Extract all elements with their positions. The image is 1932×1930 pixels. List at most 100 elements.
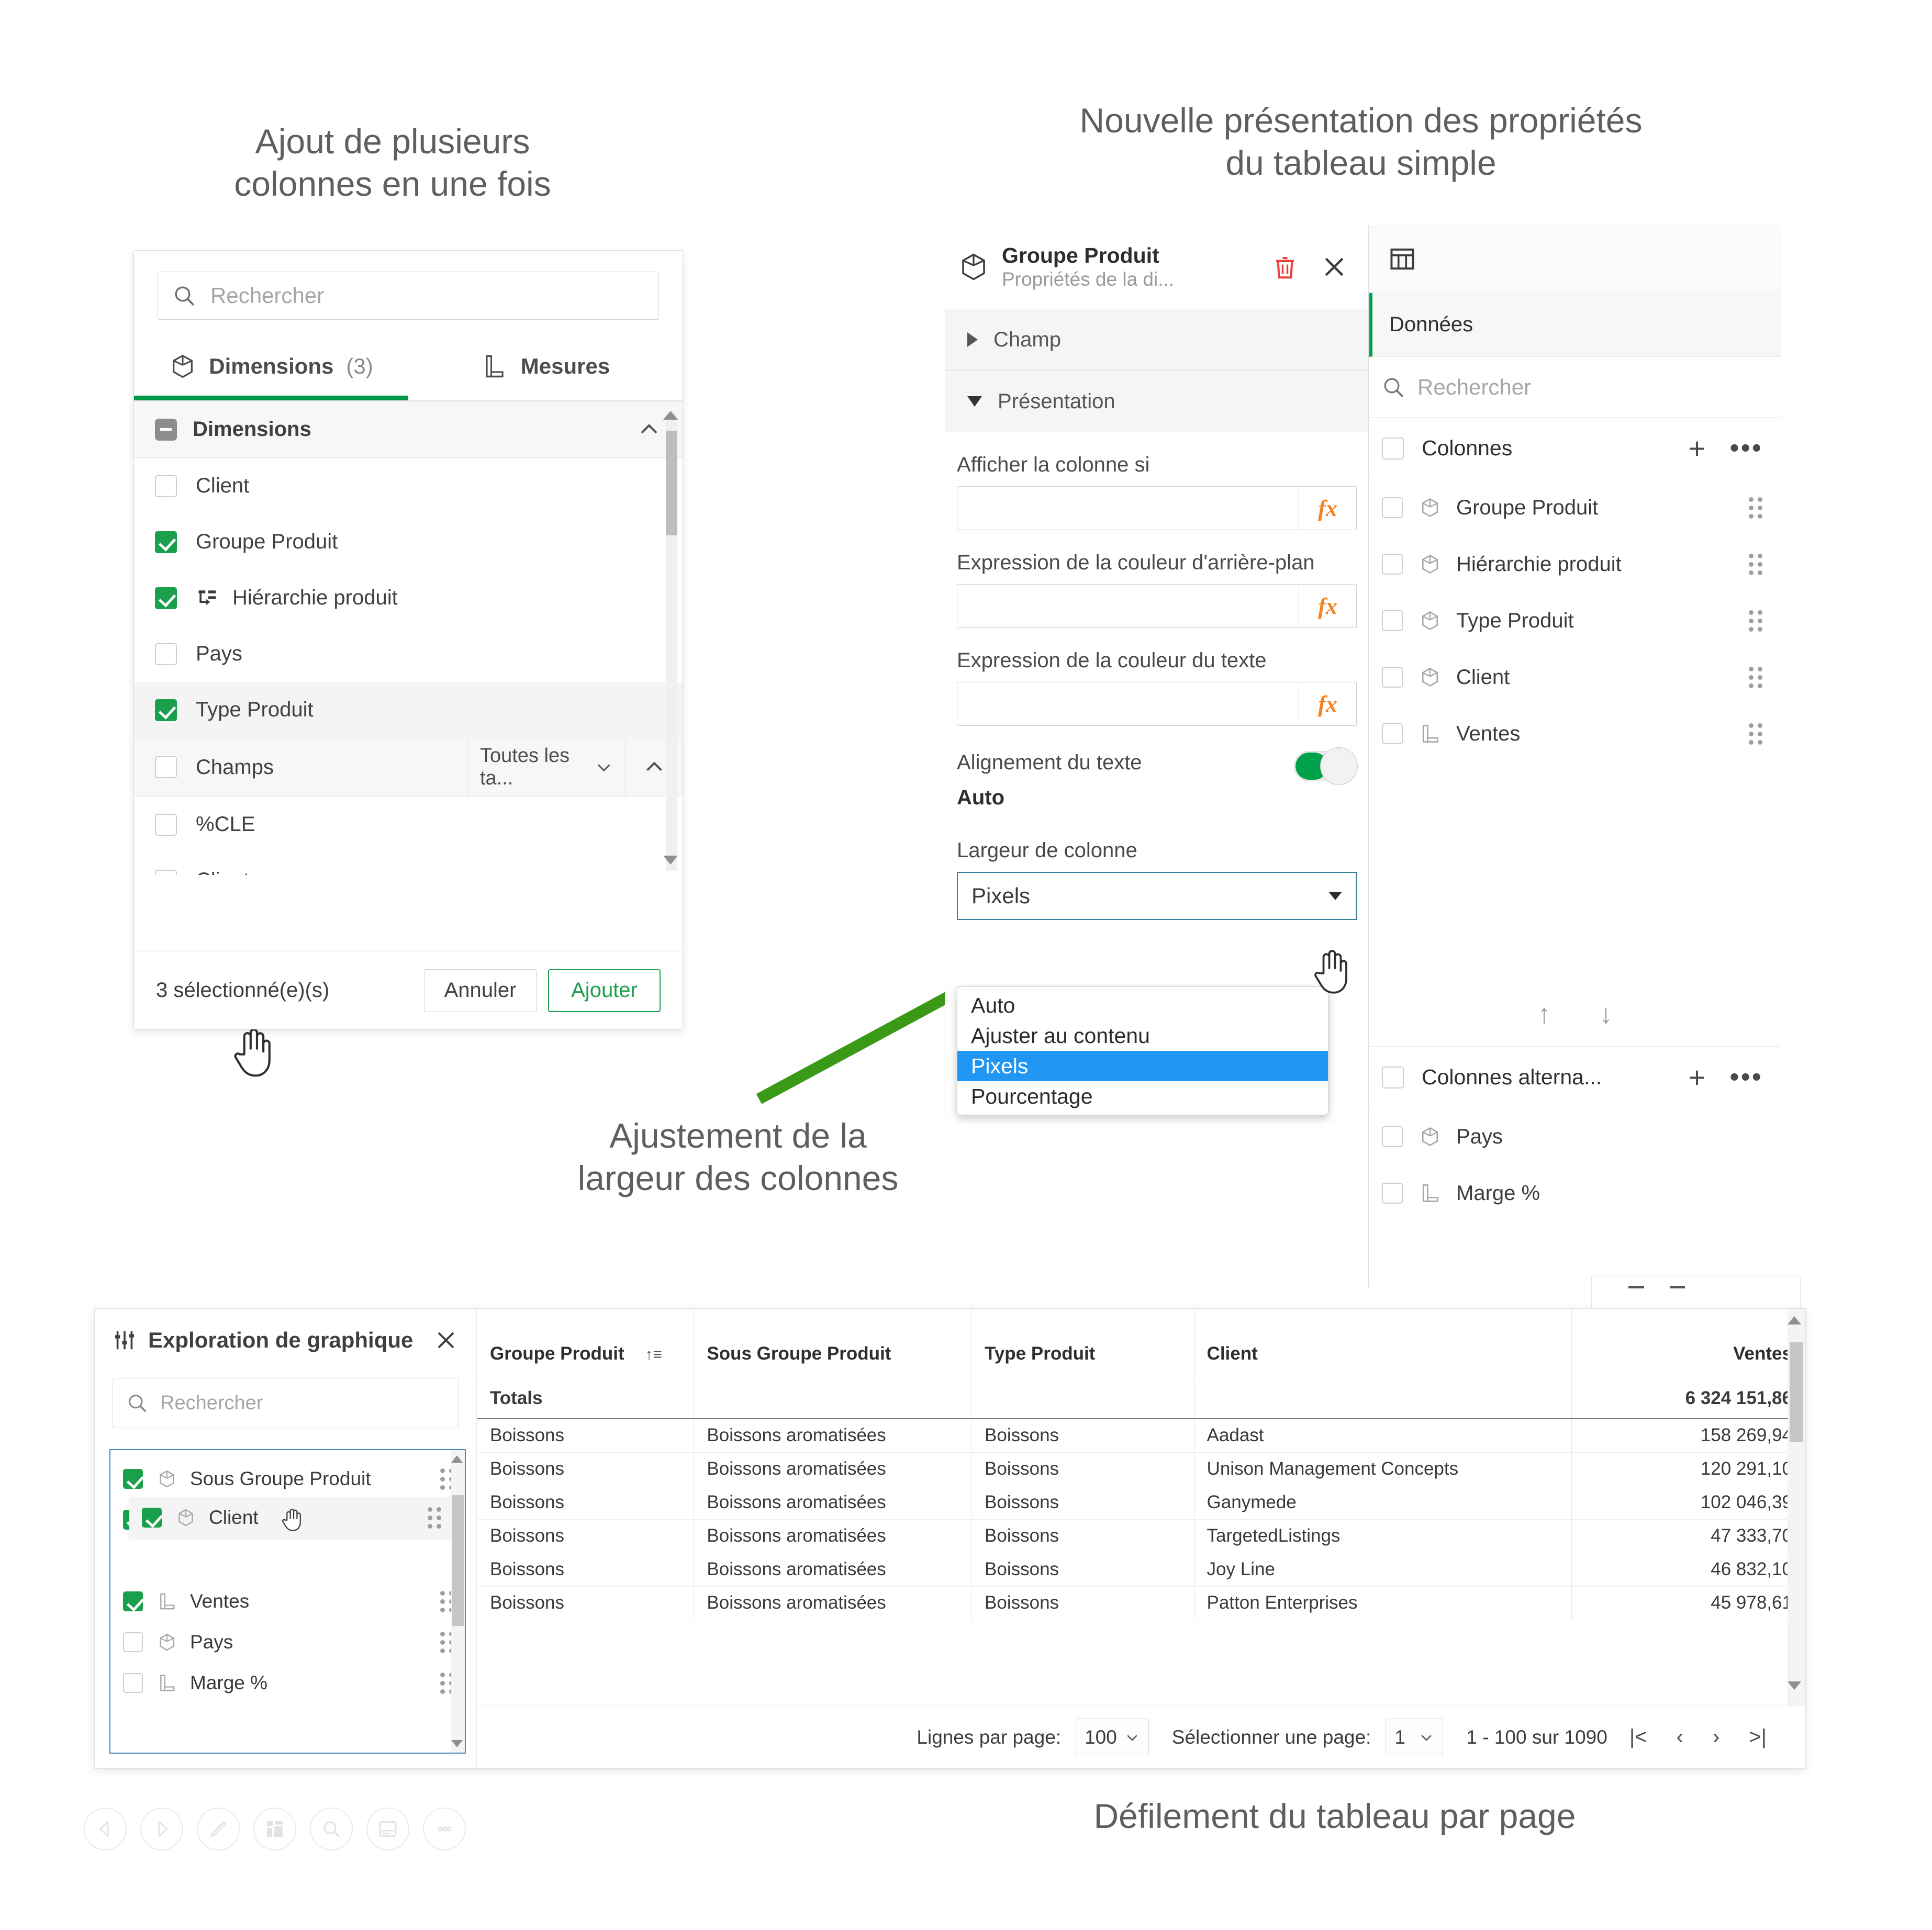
table-header-client[interactable]: Client (1194, 1309, 1572, 1378)
cell-sous-groupe-produit[interactable]: Boissons aromatisées (694, 1553, 973, 1587)
dropdown-option-auto[interactable]: Auto (957, 990, 1328, 1020)
cell-groupe-produit[interactable]: Boissons (477, 1486, 695, 1520)
exploration-item-marge[interactable]: Marge % (110, 1663, 465, 1703)
checkbox[interactable] (123, 1632, 143, 1652)
scrollbar-thumb[interactable] (666, 431, 677, 535)
cell-ventes[interactable]: 158 269,94 (1571, 1419, 1805, 1453)
forward-button[interactable] (140, 1808, 183, 1850)
plus-icon[interactable]: + (1689, 434, 1706, 463)
first-page-button[interactable]: |< (1622, 1725, 1655, 1749)
exploration-item-client-dragging[interactable]: Client (129, 1497, 452, 1538)
more-button[interactable] (423, 1808, 466, 1850)
checkbox[interactable] (1382, 667, 1403, 688)
column-row-hierarchie-produit[interactable]: Hiérarchie produit (1369, 536, 1781, 592)
cancel-button[interactable]: Annuler (424, 969, 537, 1012)
cell-client[interactable]: Joy Line (1194, 1553, 1572, 1587)
checkbox[interactable] (123, 1469, 143, 1489)
arrow-up-icon[interactable]: ↑ (1537, 998, 1551, 1030)
section-presentation[interactable]: Présentation (945, 371, 1368, 432)
checkbox[interactable] (142, 1508, 162, 1528)
dimension-item-type-produit[interactable]: Type Produit (134, 682, 683, 738)
cell-client[interactable]: Patton Enterprises (1194, 1586, 1572, 1620)
more-icon[interactable]: ••• (1729, 434, 1763, 461)
fx-icon[interactable]: fx (1299, 585, 1356, 627)
dimension-item-groupe-produit[interactable]: Groupe Produit (134, 514, 683, 570)
trash-icon[interactable] (1271, 253, 1299, 281)
fields-group-row[interactable]: Champs Toutes les ta... (134, 738, 683, 796)
checkbox[interactable] (155, 699, 177, 721)
cell-type-produit[interactable]: Boissons (971, 1586, 1194, 1620)
table-row[interactable]: Boissons Boissons aromatisées Boissons A… (477, 1419, 1805, 1453)
field-afficher-colonne[interactable]: fx (957, 486, 1357, 530)
cell-sous-groupe-produit[interactable]: Boissons aromatisées (694, 1452, 973, 1486)
checkbox[interactable] (155, 756, 177, 778)
table-header-ventes[interactable]: Ventes (1571, 1309, 1805, 1378)
cell-sous-groupe-produit[interactable]: Boissons aromatisées (694, 1519, 973, 1553)
column-row-groupe-produit[interactable]: Groupe Produit (1369, 479, 1781, 536)
scroll-up-icon[interactable] (1788, 1316, 1801, 1325)
prev-page-button[interactable]: ‹ (1669, 1725, 1691, 1749)
search-input[interactable]: Rechercher (158, 272, 659, 320)
checkbox[interactable] (155, 475, 177, 497)
section-colonnes-alternatives[interactable]: Colonnes alterna... + ••• (1369, 1047, 1781, 1108)
dropdown-option-pourcentage[interactable]: Pourcentage (957, 1081, 1328, 1112)
maximize-icon[interactable] (1670, 1286, 1685, 1288)
cell-client[interactable]: TargetedListings (1194, 1519, 1572, 1553)
checkbox[interactable] (123, 1591, 143, 1611)
column-row-ventes[interactable]: Ventes (1369, 705, 1781, 762)
cell-ventes[interactable]: 46 832,10 (1571, 1553, 1805, 1587)
scroll-up-icon[interactable] (451, 1455, 463, 1463)
checkbox[interactable] (1382, 1066, 1404, 1089)
tab-mesures[interactable]: Mesures (408, 332, 683, 400)
search-button[interactable] (310, 1808, 353, 1850)
section-champ[interactable]: Champ (945, 309, 1368, 371)
checkbox[interactable] (1382, 1183, 1403, 1204)
cell-groupe-produit[interactable]: Boissons (477, 1519, 695, 1553)
checkbox[interactable] (155, 531, 177, 553)
exploration-item-ventes[interactable]: Ventes (110, 1581, 465, 1622)
add-button[interactable]: Ajouter (548, 969, 661, 1012)
expression-input[interactable] (957, 585, 1299, 627)
scroll-down-icon[interactable] (663, 856, 678, 865)
cell-type-produit[interactable]: Boissons (971, 1553, 1194, 1587)
table-scrollbar-thumb[interactable] (1790, 1342, 1803, 1442)
dimension-item-client[interactable]: Client (134, 458, 683, 514)
alt-column-row-marge[interactable]: Marge % (1369, 1165, 1781, 1221)
cell-ventes[interactable]: 45 978,61 (1571, 1586, 1805, 1620)
dimension-item-pays[interactable]: Pays (134, 626, 683, 682)
table-filter-select[interactable]: Toutes les ta... (468, 738, 625, 796)
checkbox[interactable] (1382, 1126, 1403, 1147)
dropdown-option-ajuster[interactable]: Ajuster au contenu (957, 1020, 1328, 1051)
column-width-select[interactable]: Pixels (957, 872, 1357, 920)
alt-column-row-pays[interactable]: Pays (1369, 1108, 1781, 1165)
close-icon[interactable] (433, 1328, 459, 1353)
checkbox[interactable] (1382, 610, 1403, 631)
checkbox[interactable] (155, 869, 177, 875)
cell-type-produit[interactable]: Boissons (971, 1419, 1194, 1453)
notes-button[interactable] (366, 1808, 409, 1850)
table-header-groupe-produit[interactable]: Groupe Produit ↑≡ (477, 1309, 695, 1378)
drag-handle-icon[interactable] (1749, 497, 1763, 519)
field-couleur-fond[interactable]: fx (957, 584, 1357, 628)
dropdown-option-pixels[interactable]: Pixels (957, 1051, 1328, 1081)
arrow-down-icon[interactable]: ↓ (1599, 998, 1613, 1030)
checkbox[interactable] (1382, 723, 1403, 744)
exploration-search-input[interactable]: Rechercher (113, 1378, 459, 1428)
field-item-cle[interactable]: %CLE (134, 796, 683, 852)
scroll-down-icon[interactable] (451, 1740, 463, 1747)
exploration-item-pays[interactable]: Pays (110, 1622, 465, 1663)
cell-type-produit[interactable]: Boissons (971, 1486, 1194, 1520)
cell-sous-groupe-produit[interactable]: Boissons aromatisées (694, 1419, 973, 1453)
checkbox[interactable] (1382, 554, 1403, 575)
fx-icon[interactable]: fx (1299, 487, 1356, 530)
cell-client[interactable]: Unison Management Concepts (1194, 1452, 1572, 1486)
drag-handle-icon[interactable] (1749, 610, 1763, 632)
tab-donnees[interactable]: Données (1369, 293, 1781, 357)
column-row-client[interactable]: Client (1369, 649, 1781, 705)
cell-ventes[interactable]: 47 333,70 (1571, 1519, 1805, 1553)
cell-groupe-produit[interactable]: Boissons (477, 1452, 695, 1486)
sort-asc-icon[interactable]: ↑≡ (645, 1346, 662, 1363)
select-page-select[interactable]: 1 (1386, 1718, 1444, 1756)
scroll-down-icon[interactable] (1788, 1681, 1801, 1690)
exploration-item-sous-groupe-produit[interactable]: Sous Groupe Produit (110, 1458, 465, 1499)
